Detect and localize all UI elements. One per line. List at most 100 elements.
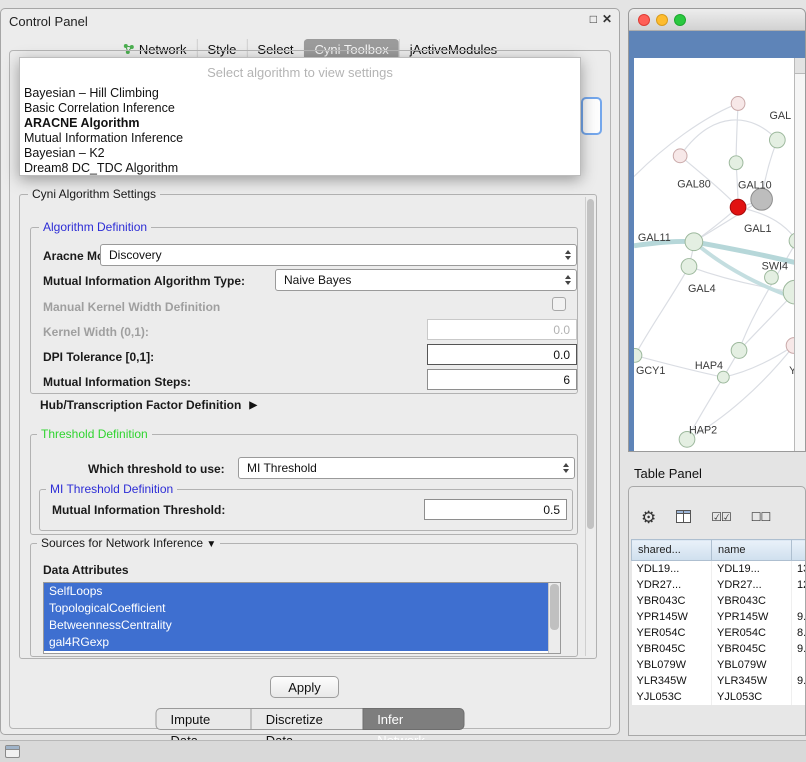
- table-cell[interactable]: YBR045C: [632, 641, 712, 657]
- data-attributes-list[interactable]: SelfLoopsTopologicalCoefficientBetweenne…: [43, 582, 561, 654]
- network-edge[interactable]: [634, 103, 738, 176]
- kernel-width-input[interactable]: 0.0: [427, 319, 577, 340]
- tab-infer-network[interactable]: Infer Network: [362, 708, 464, 730]
- table-row[interactable]: YER054CYER054C8.: [632, 625, 806, 641]
- table-cell[interactable]: YBR043C: [712, 593, 792, 609]
- table-cell[interactable]: YER054C: [632, 625, 712, 641]
- aracne-mode-select[interactable]: Discovery: [100, 244, 577, 266]
- table-cell[interactable]: YBL079W: [712, 657, 792, 673]
- network-edge[interactable]: [635, 266, 689, 355]
- scrollbar-arrow[interactable]: [795, 58, 805, 74]
- zoom-button[interactable]: [674, 14, 686, 26]
- table-row[interactable]: YDL19...YDL19...13: [632, 561, 806, 577]
- settings-scrollbar[interactable]: [585, 197, 595, 656]
- network-scrollbar[interactable]: [794, 58, 805, 451]
- table-cell[interactable]: YER054C: [712, 625, 792, 641]
- tab-discretize-data[interactable]: Discretize Data: [251, 708, 363, 730]
- algorithm-option-mutual-information-inference[interactable]: Mutual Information Inference: [20, 131, 580, 146]
- list-item-betweennesscentrality[interactable]: BetweennessCentrality: [44, 617, 548, 634]
- network-node[interactable]: [673, 149, 687, 163]
- table-cell[interactable]: YDR27...: [712, 577, 792, 593]
- sources-title-row[interactable]: Sources for Network Inference ▼: [37, 536, 220, 550]
- table-row[interactable]: YBR043CYBR043C: [632, 593, 806, 609]
- hub-definition-section[interactable]: Hub/Transcription Factor Definition ▶: [40, 398, 257, 412]
- algorithm-option-dream8-dc-tdc-algorithm[interactable]: Dream8 DC_TDC Algorithm: [20, 161, 580, 176]
- scrollbar-thumb[interactable]: [587, 199, 594, 529]
- table-cell[interactable]: [792, 689, 806, 705]
- table-cell[interactable]: YDL19...: [712, 561, 792, 577]
- table-cell[interactable]: YPR145W: [712, 609, 792, 625]
- table-cell[interactable]: YBR045C: [712, 641, 792, 657]
- expand-arrow-icon[interactable]: ▶: [249, 400, 257, 411]
- network-node-hap4[interactable]: [717, 371, 729, 383]
- show-columns-icon[interactable]: [676, 509, 691, 526]
- tab-impute-data[interactable]: Impute Data: [156, 708, 252, 730]
- float-window-icon[interactable]: □: [590, 12, 597, 26]
- close-window-icon[interactable]: ✕: [602, 12, 612, 26]
- table-row[interactable]: YPR145WYPR145W9.: [632, 609, 806, 625]
- dpi-tolerance-input[interactable]: 0.0: [427, 344, 577, 365]
- table-row[interactable]: YJL053CYJL053C: [632, 689, 806, 705]
- column-header-shared[interactable]: shared...: [632, 540, 712, 561]
- table-cell[interactable]: 12: [792, 577, 806, 593]
- manual-kernel-checkbox[interactable]: [552, 297, 566, 311]
- table-cell[interactable]: YDL19...: [632, 561, 712, 577]
- table-cell[interactable]: YLR345W: [632, 673, 712, 689]
- table-cell[interactable]: 9.: [792, 609, 806, 625]
- table-cell[interactable]: YBL079W: [632, 657, 712, 673]
- network-node-gcy1[interactable]: [634, 348, 642, 362]
- network-node[interactable]: [731, 97, 745, 111]
- table-cell[interactable]: 9.: [792, 641, 806, 657]
- table-row[interactable]: YLR345WYLR345W9.: [632, 673, 806, 689]
- close-button[interactable]: [638, 14, 650, 26]
- mi-steps-input[interactable]: 6: [427, 369, 577, 390]
- list-item-topologicalcoefficient[interactable]: TopologicalCoefficient: [44, 600, 548, 617]
- select-all-icon[interactable]: ☑☑: [711, 511, 731, 523]
- table-cell[interactable]: 13: [792, 561, 806, 577]
- minimize-button[interactable]: [656, 14, 668, 26]
- table-row[interactable]: YBR045CYBR045C9.: [632, 641, 806, 657]
- network-node-gal4[interactable]: [681, 259, 697, 275]
- network-node-gal1[interactable]: [730, 199, 746, 215]
- table-cell[interactable]: YJL053C: [632, 689, 712, 705]
- algorithm-option-basic-correlation-inference[interactable]: Basic Correlation Inference: [20, 101, 580, 116]
- algorithm-option-aracne-algorithm[interactable]: ARACNE Algorithm: [20, 116, 580, 131]
- list-item-gal4rgexp[interactable]: gal4RGexp: [44, 634, 548, 651]
- network-edge[interactable]: [736, 103, 738, 162]
- network-node[interactable]: [769, 132, 785, 148]
- settings-gear-icon[interactable]: ⚙: [641, 509, 656, 526]
- algorithm-option-bayesian-hill-climbing[interactable]: Bayesian – Hill Climbing: [20, 86, 580, 101]
- control-panel-titlebar[interactable]: Control Panel □ ✕: [1, 9, 619, 33]
- apply-button[interactable]: Apply: [270, 676, 339, 698]
- table-cell[interactable]: YLR345W: [712, 673, 792, 689]
- mi-threshold-input[interactable]: 0.5: [424, 499, 567, 520]
- deselect-all-icon[interactable]: ☐☐: [751, 511, 771, 523]
- network-node[interactable]: [731, 343, 747, 359]
- table-cell[interactable]: 8.: [792, 625, 806, 641]
- algorithm-option-bayesian-k2[interactable]: Bayesian – K2: [20, 146, 580, 161]
- table-cell[interactable]: YBR043C: [632, 593, 712, 609]
- column-header-name[interactable]: name: [712, 540, 792, 561]
- table-row[interactable]: YDR27...YDR27...12: [632, 577, 806, 593]
- network-canvas[interactable]: GALGAL80GAL10GAL1GAL11SWI4GAL4GCY1HAP4HA…: [634, 58, 795, 452]
- panel-toggle-icon[interactable]: [5, 745, 20, 758]
- algorithm-combobox-fragment[interactable]: [581, 97, 602, 135]
- network-edge[interactable]: [680, 120, 777, 156]
- list-item-selfloops[interactable]: SelfLoops: [44, 583, 548, 600]
- table-cell[interactable]: YPR145W: [632, 609, 712, 625]
- table-cell[interactable]: [792, 593, 806, 609]
- column-header-cut[interactable]: [792, 540, 806, 561]
- scrollbar-thumb[interactable]: [550, 584, 559, 630]
- list-scrollbar[interactable]: [548, 583, 560, 653]
- network-edge[interactable]: [694, 199, 762, 241]
- network-node-gal11[interactable]: [685, 233, 703, 251]
- network-window-titlebar[interactable]: [629, 9, 805, 31]
- mi-type-select[interactable]: Naive Bayes: [275, 269, 577, 291]
- table-cell[interactable]: YDR27...: [632, 577, 712, 593]
- table-cell[interactable]: YJL053C: [712, 689, 792, 705]
- table-row[interactable]: YBL079WYBL079W: [632, 657, 806, 673]
- table-cell[interactable]: 9.: [792, 673, 806, 689]
- network-node-swi4[interactable]: [765, 270, 779, 284]
- which-threshold-select[interactable]: MI Threshold: [238, 457, 575, 479]
- network-node-gal10[interactable]: [751, 188, 773, 210]
